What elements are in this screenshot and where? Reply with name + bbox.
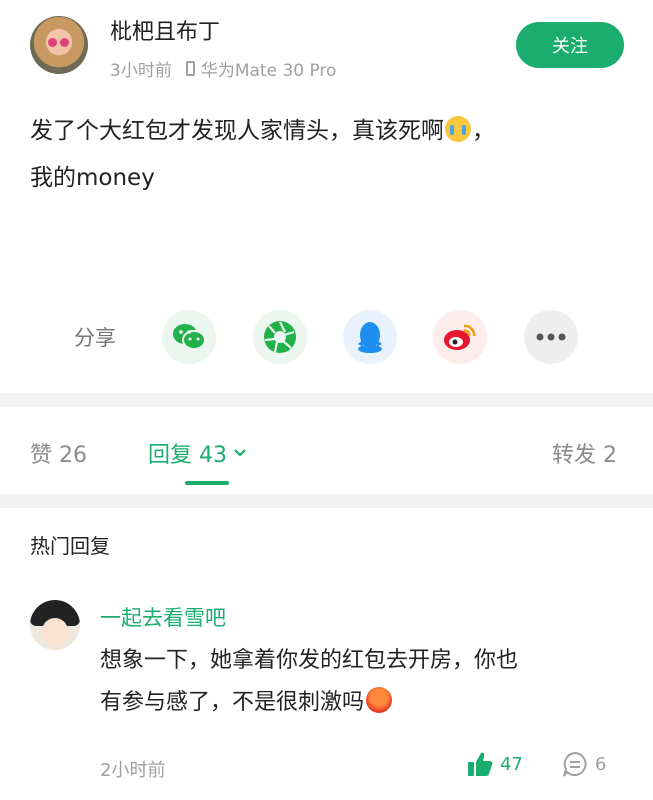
avatar-face <box>42 618 68 644</box>
section-divider <box>0 494 653 508</box>
comment-time: 2小时前 <box>100 760 166 781</box>
wechat-icon <box>173 324 206 350</box>
comment-text-line2: 有参与感了，不是很刺激吗 <box>100 690 365 715</box>
share-more-button[interactable] <box>524 310 578 364</box>
phone-icon <box>185 61 195 76</box>
share-wechat-button[interactable] <box>162 310 216 364</box>
author-avatar[interactable] <box>30 16 88 74</box>
tab-likes[interactable]: 赞 26 <box>30 437 87 469</box>
avatar-eye <box>48 38 57 47</box>
author-name[interactable]: 枇杷且布丁 <box>110 14 220 46</box>
commenter-avatar[interactable] <box>30 600 80 650</box>
comment-like-button[interactable]: 47 <box>466 750 523 778</box>
device-name: 华为Mate 30 Pro <box>200 61 337 81</box>
tab-replies[interactable]: 回复 43 <box>148 437 247 469</box>
qq-icon <box>358 322 382 353</box>
post-text-line1-tail: ， <box>472 118 495 144</box>
comment-text-line1: 想象一下，她拿着你发的红包去开房，你也 <box>100 648 519 673</box>
tab-replies-label: 回复 43 <box>148 443 227 468</box>
post-text-line2: 我的money <box>30 165 155 191</box>
tab-reposts[interactable]: 转发 2 <box>552 437 617 469</box>
thumbs-up-icon <box>468 752 493 776</box>
post-meta: 3小时前 华为Mate 30 Pro <box>110 56 336 81</box>
share-label: 分享 <box>74 326 116 350</box>
avatar-eye <box>60 38 69 47</box>
comment-like-count: 47 <box>500 753 523 775</box>
commenter-name[interactable]: 一起去看雪吧 <box>100 602 226 632</box>
angry-face-emoji-icon <box>366 687 393 713</box>
more-icon <box>536 333 566 341</box>
post-text: 发了个大红包才发现人家情头，真该死啊 ， 我的money <box>30 108 630 202</box>
hot-replies-title: 热门回复 <box>30 534 110 558</box>
section-divider <box>0 393 653 407</box>
post-text-line1: 发了个大红包才发现人家情头，真该死啊 <box>30 118 444 144</box>
comment-reply-count: 6 <box>595 753 607 775</box>
comment-text: 想象一下，她拿着你发的红包去开房，你也 有参与感了，不是很刺激吗 <box>100 640 630 724</box>
share-qq-button[interactable] <box>343 310 397 364</box>
comment-bubble-icon <box>563 751 587 777</box>
weibo-icon <box>444 324 476 350</box>
follow-button[interactable]: 关注 <box>516 22 624 68</box>
share-moments-button[interactable] <box>253 310 307 364</box>
post-time: 3小时前 <box>110 61 172 81</box>
crying-face-emoji-icon <box>445 116 471 142</box>
chevron-down-icon <box>234 449 246 457</box>
active-tab-indicator <box>185 481 229 485</box>
comment-reply-button[interactable]: 6 <box>561 750 606 778</box>
moments-icon <box>264 321 296 353</box>
share-weibo-button[interactable] <box>433 310 487 364</box>
